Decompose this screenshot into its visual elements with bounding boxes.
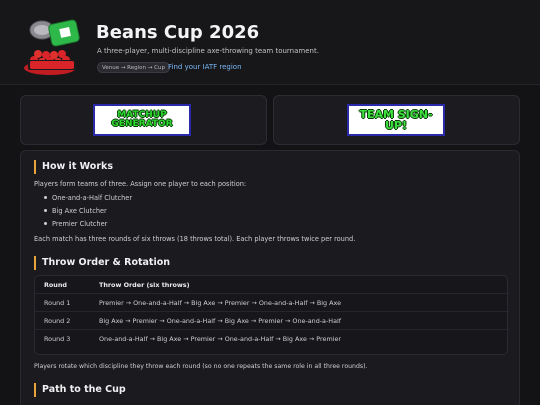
position-item: Premier Clutcher [43, 220, 108, 228]
beans-cup-logo [24, 19, 80, 75]
round-cell: Round 1 [44, 299, 71, 307]
site-header: Beans Cup 2026 A three-player, multi-dis… [0, 0, 540, 84]
order-cell: Big Axe → Premier → One-and-a-Half → Big… [99, 317, 342, 325]
position-item: Big Axe Clutcher [44, 207, 107, 215]
matchup-generator-button[interactable]: MATCHUP GENERATOR [93, 104, 191, 136]
site-tagline: A three-player, multi-discipline axe-thr… [97, 47, 319, 55]
throw-order-heading: Throw Order & Rotation [34, 256, 170, 270]
column-header-round: Round [44, 281, 67, 289]
throw-order-table: Round Throw Order (six throws) Round 1 P… [34, 275, 509, 355]
breadcrumb: Venue → Region → Cup [97, 62, 170, 73]
round-cell: Round 2 [44, 317, 71, 325]
matchup-card: MATCHUP GENERATOR [20, 95, 267, 145]
table-row: Round 3 One-and-a-Half → Big Axe → Premi… [35, 330, 509, 348]
round-cell: Round 3 [44, 335, 71, 343]
order-cell: Premier → One-and-a-Half → Big Axe → Pre… [99, 299, 342, 307]
find-region-link[interactable]: Find your IATF region [168, 63, 242, 71]
table-row: Round 1 Premier → One-and-a-Half → Big A… [35, 294, 509, 312]
table-header-row: Round Throw Order (six throws) [35, 276, 509, 294]
matchup-generator-label: MATCHUP GENERATOR [111, 110, 173, 129]
team-signup-button[interactable]: TEAM SIGN-UP! [347, 104, 445, 136]
rotation-note: Players rotate which discipline they thr… [34, 363, 368, 370]
header-divider [0, 84, 540, 85]
signup-card: TEAM SIGN-UP! [273, 95, 520, 145]
column-header-order: Throw Order (six throws) [99, 281, 190, 289]
order-cell: One-and-a-Half → Big Axe → Premier → One… [99, 335, 342, 343]
team-signup-label: TEAM SIGN-UP! [359, 108, 433, 132]
how-it-works-intro: Players form teams of three. Assign one … [34, 180, 247, 188]
how-it-works-summary: Each match has three rounds of six throw… [34, 235, 356, 243]
path-to-cup-heading: Path to the Cup [34, 383, 126, 397]
how-it-works-heading: How it Works [34, 160, 113, 174]
table-row: Round 2 Big Axe → Premier → One-and-a-Ha… [35, 312, 509, 330]
page-title: Beans Cup 2026 [96, 22, 260, 43]
rules-panel: How it Works Players form teams of three… [20, 150, 520, 405]
position-item: One-and-a-Half Clutcher [43, 194, 133, 202]
